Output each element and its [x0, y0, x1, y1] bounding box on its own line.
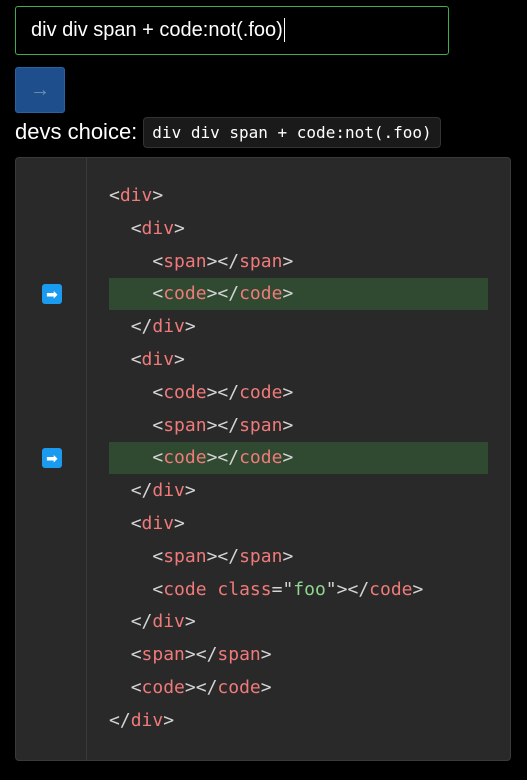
code-line: </div>: [109, 709, 175, 731]
code-line: </div>: [130, 480, 196, 502]
code-line: <div>: [130, 513, 185, 534]
devs-choice-row: devs choice: div div span + code:not(.fo…: [15, 114, 441, 150]
markup-panel: ➡ ➡ <div> <div> <span></span> <code></cod…: [15, 157, 511, 761]
selector-input-value: div div span + code:not(.foo): [31, 19, 283, 41]
submit-button[interactable]: →: [15, 67, 65, 113]
code-line: <code></code>: [152, 381, 294, 403]
arrow-right-icon: →: [30, 78, 50, 101]
code-line: </div>: [130, 316, 196, 338]
code-line: </div>: [130, 611, 196, 633]
code-line: <div>: [130, 217, 185, 239]
match-arrow-icon: ➡: [42, 284, 62, 305]
code-line: <span></span>: [152, 250, 294, 272]
markup-code: <div> <div> <span></span> <code></code> …: [86, 157, 511, 761]
devs-choice-label: devs choice:: [15, 119, 138, 144]
selector-input[interactable]: div div span + code:not(.foo): [15, 6, 449, 55]
matched-code-line: <code></code>: [109, 442, 488, 475]
match-arrow-icon: ➡: [42, 448, 62, 469]
code-line: <span></span>: [152, 545, 294, 567]
match-gutter: ➡ ➡: [15, 157, 86, 761]
code-line: <code class="foo"></code>: [152, 578, 424, 600]
code-line: <code></code>: [130, 677, 272, 698]
code-line: <span></span>: [130, 644, 272, 666]
code-line: <div>: [130, 349, 185, 370]
matched-code-line: <code></code>: [109, 278, 488, 311]
devs-choice-code: div div span + code:not(.foo): [143, 116, 441, 148]
text-caret: [283, 17, 285, 42]
code-line: <span></span>: [152, 414, 294, 436]
code-line: <div>: [109, 185, 164, 206]
